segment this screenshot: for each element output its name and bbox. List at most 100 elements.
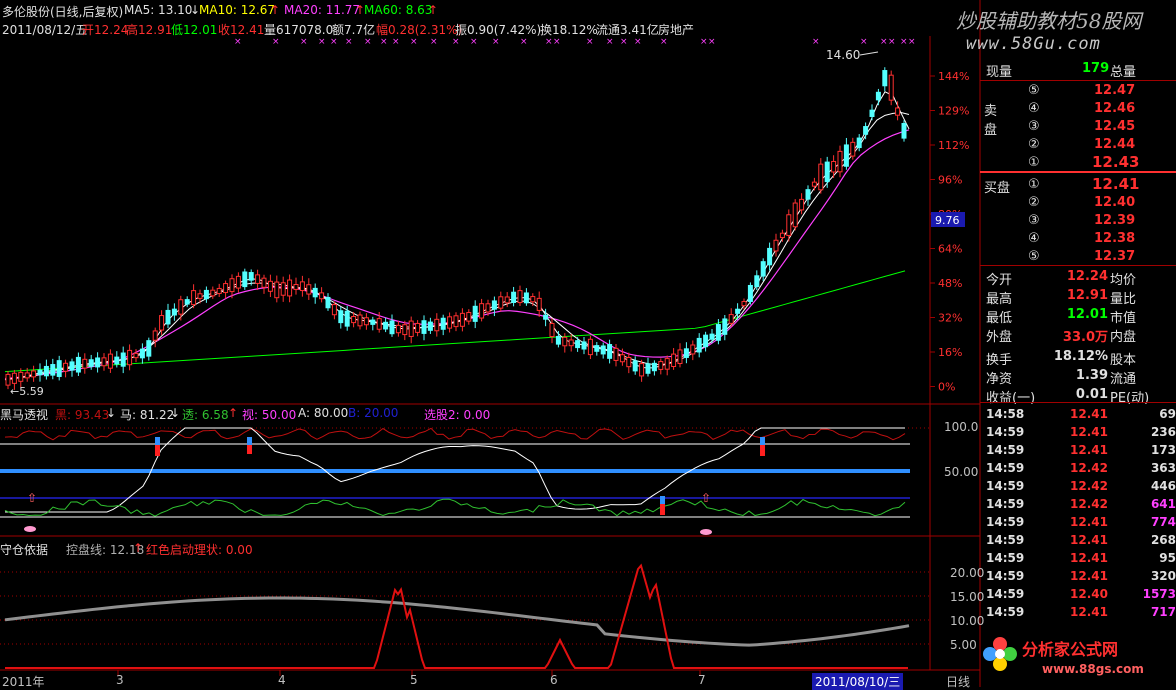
sell-level-row[interactable]: ⑤ 12.47 — [980, 82, 1176, 101]
candle[interactable] — [786, 214, 792, 236]
candle[interactable] — [799, 198, 805, 211]
candle[interactable] — [338, 310, 344, 324]
candle[interactable] — [536, 297, 542, 311]
candle[interactable] — [152, 330, 158, 341]
candle[interactable] — [664, 358, 670, 370]
candle[interactable] — [107, 353, 113, 369]
candle[interactable] — [139, 348, 145, 359]
candle[interactable] — [888, 74, 894, 101]
candle[interactable] — [415, 322, 421, 333]
candle[interactable] — [805, 189, 811, 200]
candle[interactable] — [863, 126, 869, 135]
candle[interactable] — [344, 310, 350, 327]
candle[interactable] — [568, 339, 574, 347]
candle[interactable] — [875, 91, 881, 101]
candle[interactable] — [779, 232, 785, 239]
candle[interactable] — [24, 372, 30, 379]
candle[interactable] — [511, 291, 517, 303]
period-label[interactable]: 日线 — [946, 673, 970, 690]
candle[interactable] — [50, 364, 56, 376]
candle[interactable] — [146, 340, 152, 357]
candle[interactable] — [312, 287, 318, 298]
candle[interactable] — [95, 357, 101, 368]
candle[interactable] — [43, 365, 49, 377]
candle[interactable] — [191, 290, 197, 306]
candle[interactable] — [562, 336, 568, 347]
candle[interactable] — [722, 318, 728, 335]
candle[interactable] — [127, 349, 133, 366]
candle[interactable] — [325, 296, 331, 309]
candle[interactable] — [242, 271, 248, 288]
candle[interactable] — [690, 344, 696, 355]
candle[interactable] — [395, 324, 401, 334]
candle[interactable] — [837, 150, 843, 173]
candle[interactable] — [235, 275, 241, 289]
candle[interactable] — [651, 362, 657, 372]
candle[interactable] — [5, 373, 11, 386]
candle[interactable] — [11, 372, 17, 384]
candle[interactable] — [639, 363, 645, 377]
candle[interactable] — [466, 312, 472, 322]
candle[interactable] — [869, 109, 875, 117]
candle[interactable] — [677, 349, 683, 365]
candle[interactable] — [223, 283, 229, 294]
candle[interactable] — [408, 320, 414, 337]
candle[interactable] — [453, 315, 459, 328]
candle[interactable] — [767, 247, 773, 266]
candle[interactable] — [843, 144, 849, 167]
candle[interactable] — [504, 296, 510, 304]
candle[interactable] — [88, 359, 94, 367]
candle[interactable] — [216, 287, 222, 295]
candle[interactable] — [120, 352, 126, 367]
candle[interactable] — [530, 296, 536, 303]
candle[interactable] — [402, 324, 408, 336]
candle[interactable] — [376, 318, 382, 330]
candle[interactable] — [363, 317, 369, 326]
candle[interactable] — [171, 308, 177, 316]
buy-level-row[interactable]: ③ 12.39 — [980, 212, 1176, 231]
candle[interactable] — [133, 352, 139, 359]
candle[interactable] — [773, 239, 779, 252]
candle[interactable] — [831, 160, 837, 173]
sell-level-row[interactable]: ③ 12.45 — [980, 118, 1176, 137]
candle[interactable] — [261, 277, 267, 288]
candle[interactable] — [287, 279, 293, 297]
candle[interactable] — [389, 320, 395, 335]
candle[interactable] — [280, 282, 286, 296]
candle[interactable] — [306, 284, 312, 295]
candle[interactable] — [248, 272, 254, 281]
candle[interactable] — [229, 278, 235, 293]
candle[interactable] — [159, 315, 165, 331]
candle[interactable] — [440, 317, 446, 330]
candle[interactable] — [607, 344, 613, 359]
candle[interactable] — [741, 301, 747, 307]
candle[interactable] — [434, 318, 440, 332]
candle[interactable] — [632, 360, 638, 372]
candle[interactable] — [683, 348, 689, 358]
candle[interactable] — [619, 354, 625, 363]
candle[interactable] — [69, 361, 75, 371]
candle[interactable] — [498, 296, 504, 309]
candle[interactable] — [383, 321, 389, 330]
candle[interactable] — [203, 289, 209, 300]
sell-level-row[interactable]: ④ 12.46 — [980, 100, 1176, 119]
candle[interactable] — [850, 141, 856, 157]
candle[interactable] — [882, 70, 888, 87]
candle[interactable] — [626, 356, 632, 368]
candle[interactable] — [421, 320, 427, 334]
candle[interactable] — [18, 371, 24, 382]
candle[interactable] — [319, 292, 325, 300]
candle[interactable] — [331, 304, 337, 316]
candle[interactable] — [575, 340, 581, 349]
candle[interactable] — [735, 308, 741, 314]
candle[interactable] — [709, 333, 715, 340]
candle[interactable] — [703, 334, 709, 348]
candle[interactable] — [754, 275, 760, 288]
candle[interactable] — [581, 341, 587, 350]
candle[interactable] — [824, 161, 830, 183]
sell-level-row[interactable]: ② 12.44 — [980, 136, 1176, 155]
candle[interactable] — [197, 293, 203, 299]
candle[interactable] — [114, 356, 120, 365]
candle[interactable] — [587, 338, 593, 356]
candle[interactable] — [75, 356, 81, 373]
